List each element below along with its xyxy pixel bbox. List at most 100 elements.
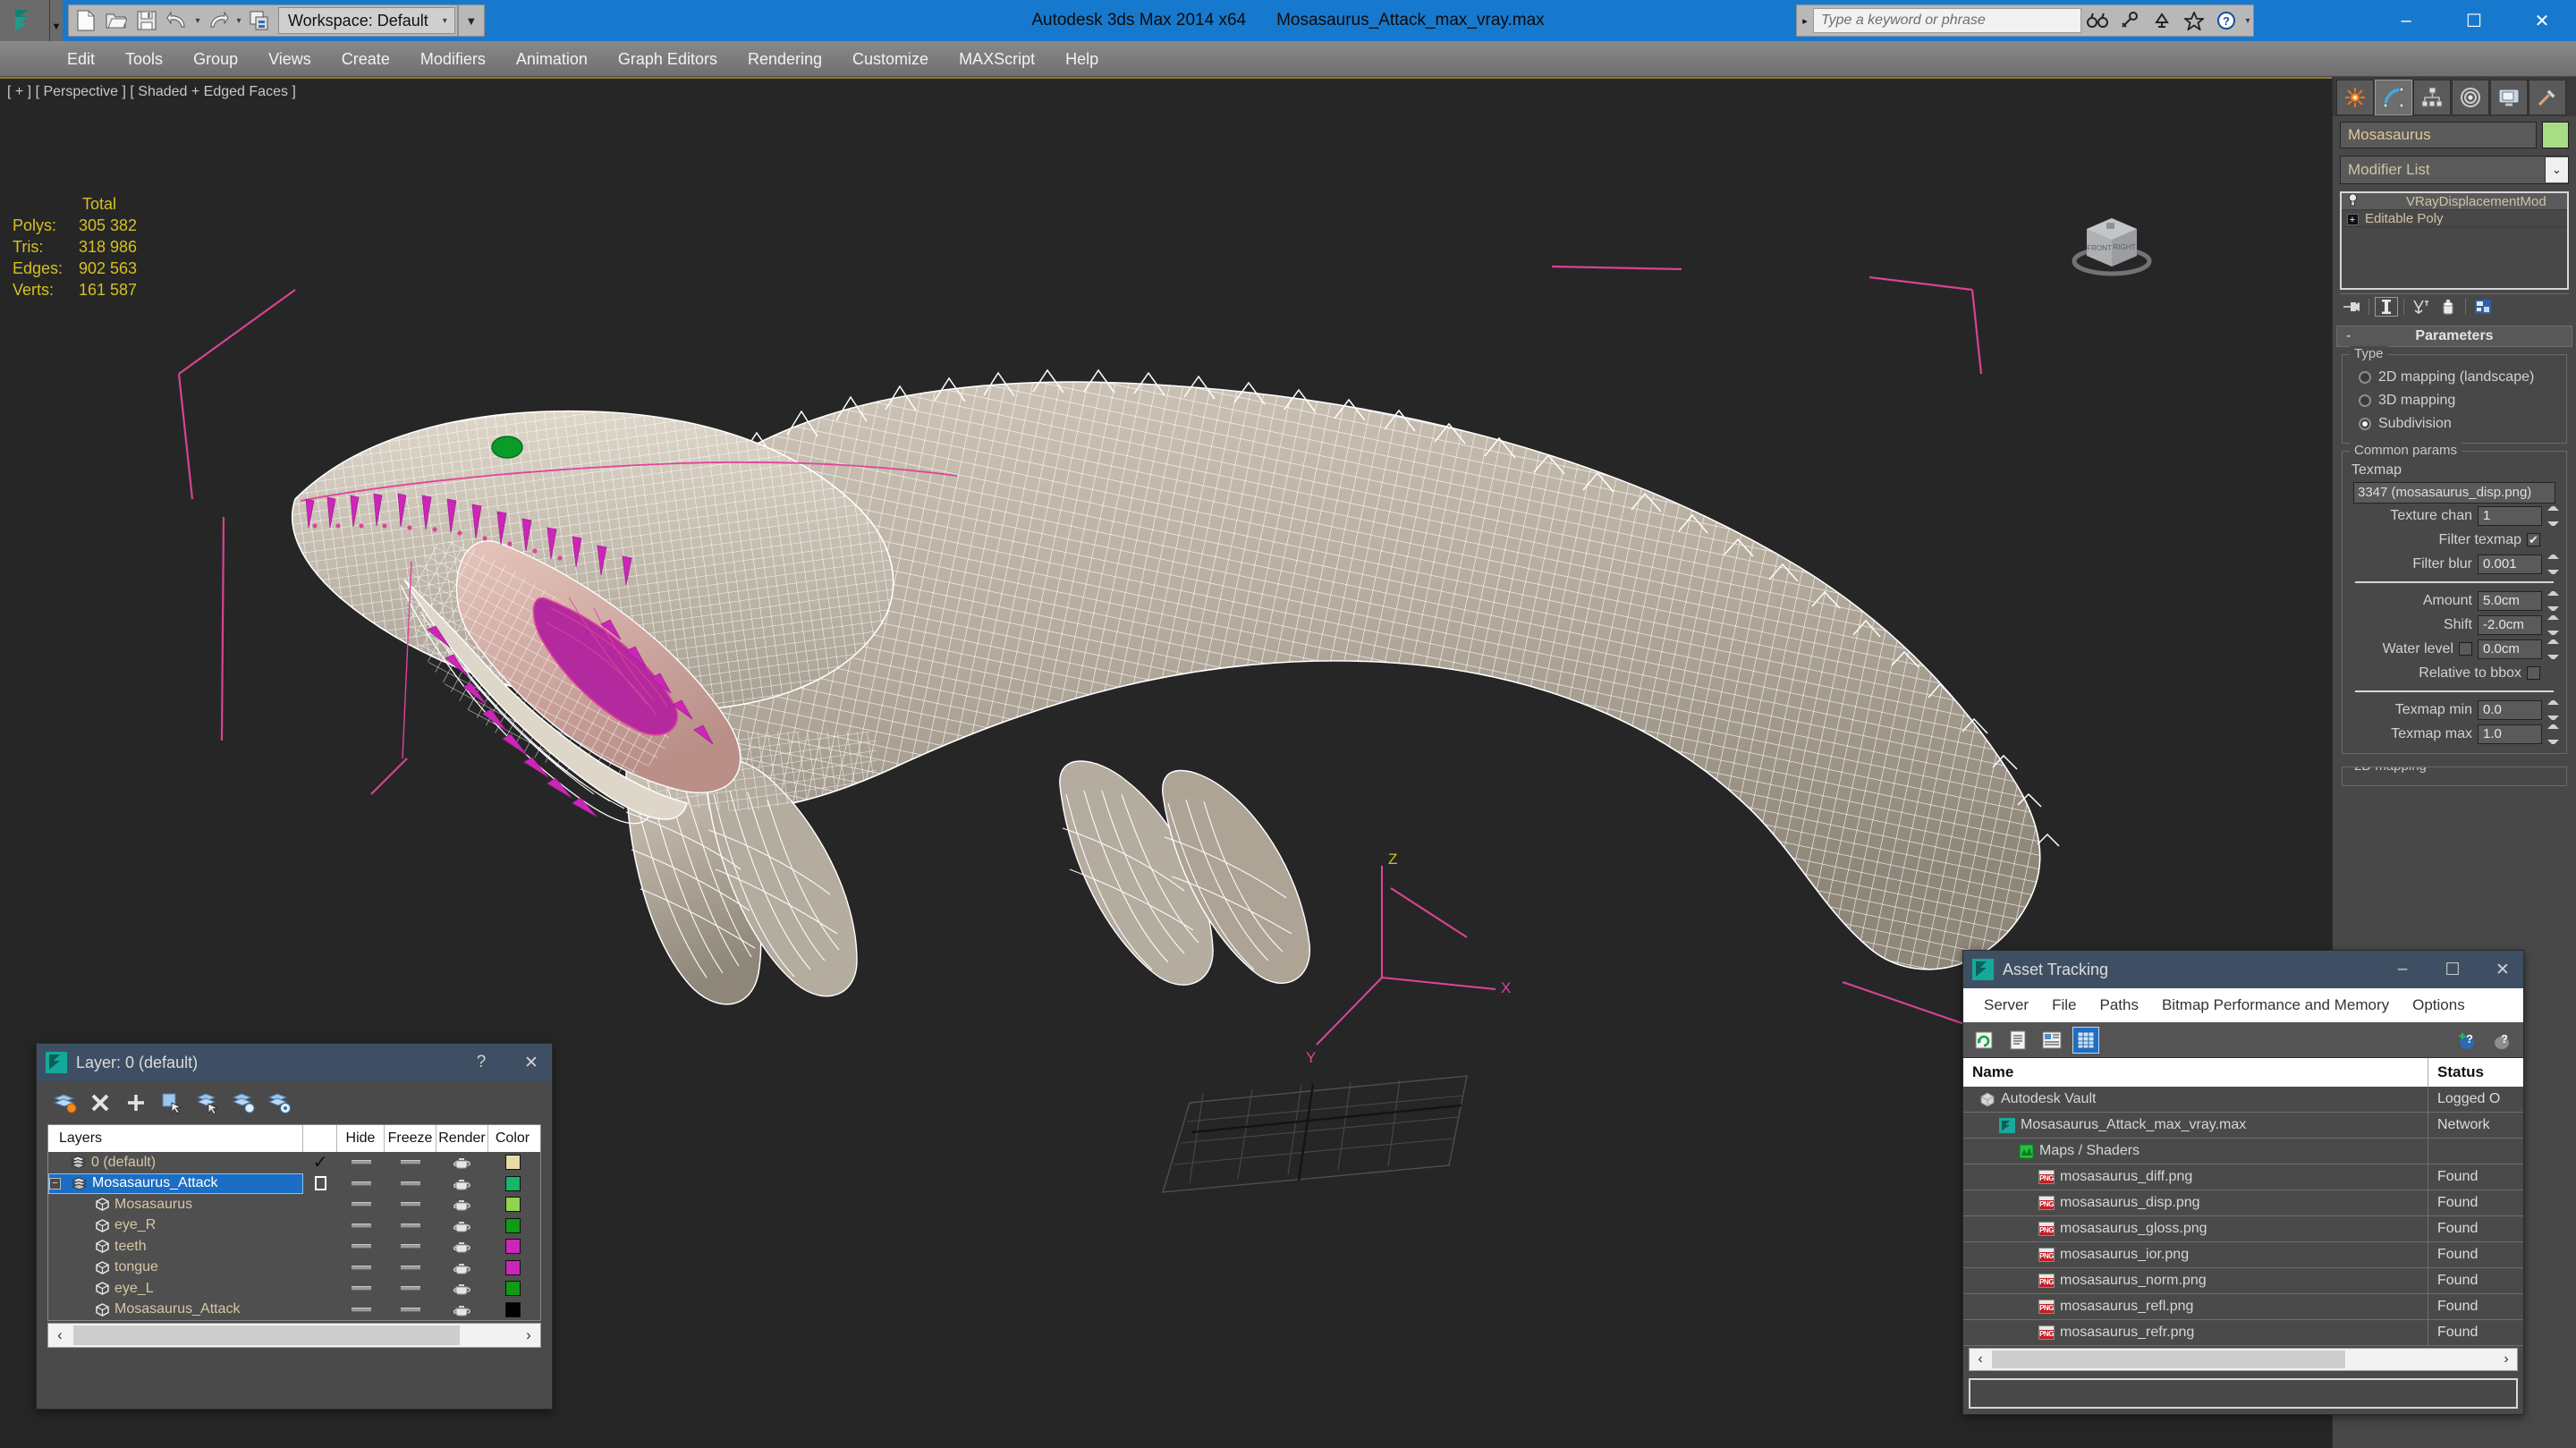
layer-name-cell[interactable]: Mosasaurus_Attack [48, 1300, 303, 1321]
help-dropdown-icon[interactable]: ▾ [2242, 6, 2253, 35]
project-folder-icon[interactable] [244, 6, 275, 35]
layer-row[interactable]: tongue [48, 1257, 540, 1279]
parameters-rollout-header[interactable]: - Parameters [2336, 326, 2572, 347]
layer-freeze-toggle[interactable] [385, 1278, 436, 1300]
add-help-icon[interactable]: ? [2455, 1027, 2482, 1054]
add-selection-to-layer-icon[interactable] [121, 1088, 151, 1118]
asset-name-cell[interactable]: PNG mosasaurus_disp.png [1963, 1190, 2428, 1215]
menu-item-views[interactable]: Views [253, 41, 326, 77]
refresh-icon[interactable] [1970, 1027, 1997, 1054]
filter-blur-spinner[interactable] [2547, 554, 2559, 574]
layer-hide-toggle[interactable] [337, 1236, 385, 1257]
filter-texmap-checkbox[interactable]: ✔ [2527, 533, 2540, 546]
scroll-right-icon[interactable]: › [517, 1326, 540, 1344]
amount-spinner[interactable] [2547, 590, 2559, 611]
asset-row[interactable]: PNG mosasaurus_refr.png Found [1963, 1320, 2523, 1346]
texmap-min-input[interactable]: 0.0 [2478, 699, 2542, 720]
layer-name-cell[interactable]: tongue [48, 1257, 303, 1279]
menu-item-graph-editors[interactable]: Graph Editors [603, 41, 733, 77]
layer-freeze-toggle[interactable] [385, 1300, 436, 1321]
texmap-max-input[interactable]: 1.0 [2478, 724, 2542, 744]
make-unique-icon[interactable] [2410, 297, 2433, 317]
layer-row[interactable]: eye_L [48, 1278, 540, 1300]
expand-collapse-icon[interactable]: − [49, 1177, 61, 1190]
menu-item-tools[interactable]: Tools [110, 41, 178, 77]
select-highlighted-layers-icon[interactable] [192, 1088, 223, 1118]
asset-name-cell[interactable]: PNG mosasaurus_ior.png [1963, 1242, 2428, 1267]
asset-row[interactable]: Autodesk Vault Logged O [1963, 1087, 2523, 1113]
layer-name-cell[interactable]: − Mosasaurus_Attack [48, 1173, 303, 1194]
asset-name-cell[interactable]: PNG mosasaurus_refl.png [1963, 1294, 2428, 1319]
undo-dropdown-icon[interactable]: ▾ [192, 6, 203, 35]
scroll-left-icon[interactable]: ‹ [48, 1326, 72, 1344]
asset-menu-bitmap-performance-and-memory[interactable]: Bitmap Performance and Memory [2150, 988, 2401, 1022]
radio-button[interactable] [2359, 394, 2371, 407]
column-header-status[interactable]: Status [2428, 1058, 2523, 1087]
rollout-collapse-icon[interactable]: - [2346, 328, 2351, 344]
create-tab[interactable] [2336, 80, 2374, 115]
asset-menu-paths[interactable]: Paths [2088, 988, 2149, 1022]
new-file-icon[interactable] [71, 6, 101, 35]
minimize-button[interactable]: – [2372, 0, 2440, 41]
asset-row[interactable]: Maps / Shaders [1963, 1139, 2523, 1164]
texture-channel-spinner[interactable] [2547, 505, 2559, 526]
type-option-1[interactable]: 2D mapping (landscape) [2350, 366, 2559, 389]
configure-modifier-sets-icon[interactable] [2471, 297, 2495, 317]
layer-row[interactable]: teeth [48, 1236, 540, 1257]
layer-hide-toggle[interactable] [337, 1152, 385, 1173]
layer-color-swatch[interactable] [488, 1257, 537, 1279]
shift-input[interactable]: -2.0cm [2478, 614, 2542, 635]
layer-hide-toggle[interactable] [337, 1215, 385, 1237]
search-binoculars-icon[interactable] [2081, 5, 2114, 36]
asset-menu-options[interactable]: Options [2401, 988, 2477, 1022]
layer-hide-toggle[interactable] [337, 1278, 385, 1300]
display-tab[interactable] [2490, 80, 2528, 115]
asset-name-cell[interactable]: PNG mosasaurus_refr.png [1963, 1320, 2428, 1345]
layer-active-checkbox[interactable] [303, 1300, 337, 1321]
layer-name-cell[interactable]: eye_R [48, 1215, 303, 1237]
asset-menu-server[interactable]: Server [1972, 988, 2040, 1022]
favorites-star-icon[interactable] [2178, 5, 2210, 36]
asset-name-cell[interactable]: Autodesk Vault [1963, 1087, 2428, 1112]
layer-freeze-toggle[interactable] [385, 1236, 436, 1257]
layer-hide-toggle[interactable] [337, 1257, 385, 1279]
asset-menu-file[interactable]: File [2040, 988, 2088, 1022]
layer-render-toggle[interactable] [436, 1152, 488, 1173]
menu-item-customize[interactable]: Customize [837, 41, 944, 77]
asset-name-cell[interactable]: Maps / Shaders [1963, 1139, 2428, 1164]
layer-row[interactable]: eye_R [48, 1215, 540, 1237]
asset-horizontal-scrollbar[interactable]: ‹ › [1969, 1348, 2518, 1371]
scrollbar-thumb[interactable] [73, 1325, 460, 1345]
menu-item-edit[interactable]: Edit [52, 41, 110, 77]
filter-blur-input[interactable]: 0.001 [2478, 554, 2542, 574]
layer-dialog[interactable]: Layer: 0 (default) ? ✕ Layers Hide Freez… [36, 1043, 553, 1410]
object-name-field[interactable]: Mosasaurus [2340, 122, 2537, 148]
asset-row[interactable]: PNG mosasaurus_refl.png Found [1963, 1294, 2523, 1320]
layer-render-toggle[interactable] [436, 1215, 488, 1237]
menu-item-maxscript[interactable]: MAXScript [944, 41, 1050, 77]
scroll-left-icon[interactable]: ‹ [1970, 1351, 1991, 1368]
modifier-stack[interactable]: VRayDisplacementMod + Editable Poly [2340, 191, 2569, 290]
undo-icon[interactable] [162, 6, 192, 35]
texmap-button[interactable]: 3347 (mosasaurus_disp.png) [2353, 482, 2555, 504]
asset-name-cell[interactable]: PNG mosasaurus_gloss.png [1963, 1216, 2428, 1241]
scrollbar-thumb[interactable] [1992, 1351, 2345, 1368]
layer-row[interactable]: − Mosasaurus_Attack [48, 1173, 540, 1195]
layer-name-cell[interactable]: teeth [48, 1236, 303, 1257]
layer-active-checkbox[interactable] [303, 1194, 337, 1215]
save-file-icon[interactable] [131, 6, 162, 35]
layer-hide-toggle[interactable] [337, 1173, 385, 1195]
asset-row[interactable]: PNG mosasaurus_ior.png Found [1963, 1242, 2523, 1268]
layer-column-header-hide[interactable]: Hide [337, 1125, 385, 1152]
maximize-button[interactable]: ☐ [2440, 0, 2508, 41]
layer-render-toggle[interactable] [436, 1236, 488, 1257]
key-icon[interactable] [2114, 5, 2146, 36]
qat-customize-dropdown-icon[interactable]: ▼ [457, 4, 485, 37]
workspace-selector[interactable]: Workspace: Default ▾ [278, 7, 455, 34]
menu-item-rendering[interactable]: Rendering [733, 41, 837, 77]
layer-active-checkbox[interactable] [303, 1215, 337, 1237]
column-header-name[interactable]: Name [1963, 1058, 2428, 1087]
layer-render-toggle[interactable] [436, 1194, 488, 1215]
water-level-input[interactable]: 0.0cm [2478, 639, 2542, 659]
texmap-min-spinner[interactable] [2547, 699, 2559, 720]
